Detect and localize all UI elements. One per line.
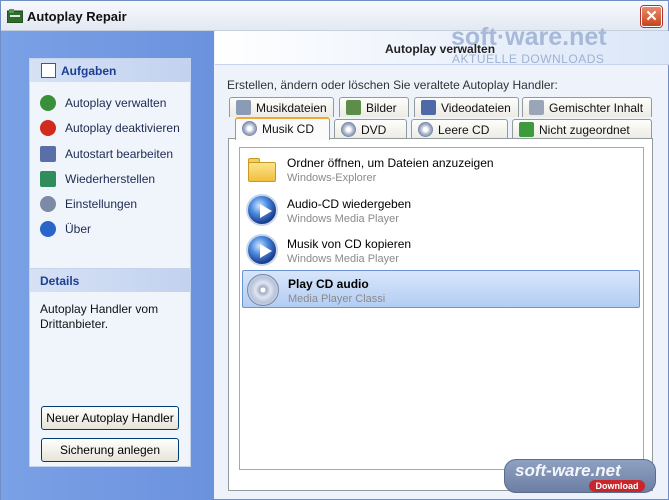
task-label: Einstellungen (65, 197, 138, 211)
task-label: Über (65, 222, 92, 236)
tab-unassigned[interactable]: Nicht zugeordnet (512, 119, 652, 139)
tab-label: DVD (361, 123, 387, 137)
tab-label: Gemischter Inhalt (549, 101, 644, 115)
handler-app: Windows Media Player (287, 253, 399, 265)
handler-app: Media Player Classi (288, 293, 386, 305)
close-button[interactable]: ✕ (641, 6, 662, 27)
handler-title: Audio-CD wiedergeben (287, 197, 412, 211)
task-label: Wiederherstellen (65, 172, 156, 186)
restore-icon (40, 171, 56, 187)
tab-panel: Ordner öffnen, um Dateien anzuzeigen Win… (228, 138, 653, 491)
handler-row-open-folder[interactable]: Ordner öffnen, um Dateien anzuzeigen Win… (242, 150, 640, 188)
watermark-badge: soft-ware.net Download (504, 459, 656, 493)
handler-row-rip-cd[interactable]: Musik von CD kopieren Windows Media Play… (242, 231, 640, 269)
handler-row-play-audio-cd[interactable]: Audio-CD wiedergeben Windows Media Playe… (242, 191, 640, 229)
instruction-text: Erstellen, ändern oder löschen Sie veral… (227, 78, 558, 92)
tab-label: Nicht zugeordnet (539, 123, 630, 137)
new-handler-button[interactable]: Neuer Autoplay Handler (41, 406, 179, 430)
tab-dvd[interactable]: DVD (334, 119, 407, 139)
tab-images[interactable]: Bilder (339, 97, 409, 117)
unassigned-icon (519, 122, 534, 137)
handler-list[interactable]: Ordner öffnen, um Dateien anzuzeigen Win… (239, 147, 644, 470)
tasks-icon (41, 63, 56, 78)
app-window: Autoplay Repair ✕ soft·ware.net AKTUELLE… (0, 0, 669, 500)
cd-audio-icon (247, 274, 279, 306)
tab-music-files[interactable]: Musikdateien (229, 97, 334, 117)
manage-icon (40, 95, 56, 111)
tab-label: Leere CD (438, 123, 490, 137)
watermark-download-label: Download (589, 480, 645, 492)
backup-button[interactable]: Sicherung anlegen (41, 438, 179, 462)
app-icon (7, 9, 23, 23)
tab-label: Videodateien (441, 101, 511, 115)
media-player-icon (246, 194, 278, 226)
close-icon: ✕ (645, 8, 658, 25)
watermark-text: soft-ware.net (515, 461, 621, 480)
media-player-icon (246, 234, 278, 266)
tab-video-files[interactable]: Videodateien (414, 97, 519, 117)
video-file-icon (421, 100, 436, 115)
handler-row-play-cd-audio[interactable]: Play CD audio Media Player Classi (242, 270, 640, 308)
tab-blank-cd[interactable]: Leere CD (411, 119, 508, 139)
handler-title: Musik von CD kopieren (287, 237, 412, 251)
music-cd-icon (242, 121, 257, 136)
tasks-panel: Aufgaben Autoplay verwalten Autoplay dea… (29, 58, 191, 271)
details-panel: Details Autoplay Handler vom Drittanbiet… (29, 268, 191, 467)
tab-label: Musikdateien (256, 101, 327, 115)
page-title: Autoplay verwalten (385, 42, 496, 56)
tab-label: Musik CD (262, 122, 315, 136)
handler-title: Ordner öffnen, um Dateien anzuzeigen (287, 156, 494, 170)
details-header[interactable]: Details (30, 269, 190, 292)
tasks-title: Aufgaben (61, 64, 117, 78)
blank-cd-icon (418, 122, 433, 137)
tab-label: Bilder (366, 101, 397, 115)
task-label: Autostart bearbeiten (65, 147, 174, 161)
disable-icon (40, 120, 56, 136)
tab-mixed-content[interactable]: Gemischter Inhalt (522, 97, 652, 117)
handler-app: Windows Media Player (287, 213, 399, 225)
window-title: Autoplay Repair (27, 9, 127, 24)
images-icon (346, 100, 361, 115)
tab-music-cd[interactable]: Musik CD (235, 117, 330, 140)
music-file-icon (236, 100, 251, 115)
gear-icon (40, 196, 56, 212)
tasks-header[interactable]: Aufgaben (30, 59, 190, 82)
task-label: Autoplay verwalten (65, 96, 167, 110)
edit-icon (40, 146, 56, 162)
sidebar: Aufgaben Autoplay verwalten Autoplay dea… (1, 31, 214, 500)
folder-icon (246, 153, 278, 185)
task-label: Autoplay deaktivieren (65, 121, 180, 135)
mixed-content-icon (529, 100, 544, 115)
info-icon (40, 221, 56, 237)
details-text: Autoplay Handler vom Drittanbieter. (40, 302, 159, 331)
handler-app: Windows-Explorer (287, 172, 377, 184)
dvd-icon (341, 122, 356, 137)
handler-title: Play CD audio (288, 277, 369, 291)
